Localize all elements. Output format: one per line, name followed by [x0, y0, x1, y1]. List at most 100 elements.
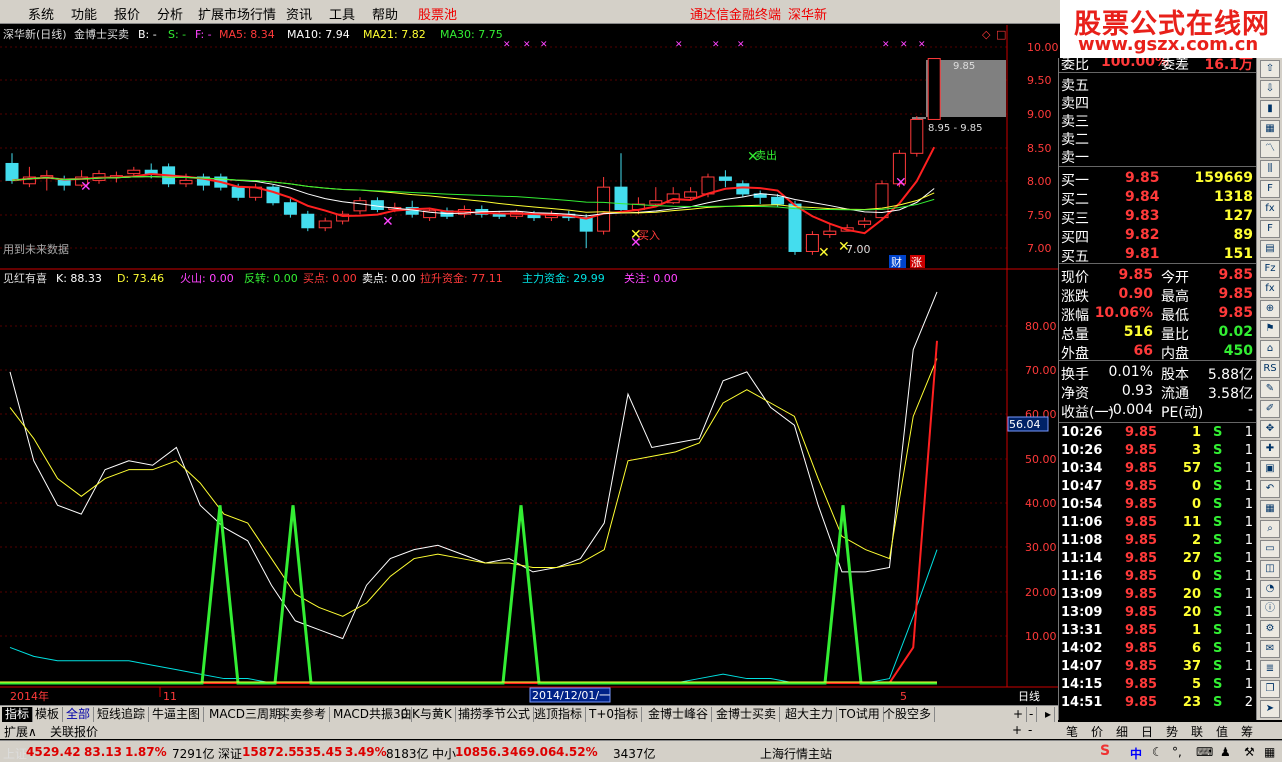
quote-tab[interactable]: 筹: [1241, 723, 1253, 740]
move-icon[interactable]: ✥: [1260, 420, 1280, 438]
sz-index-change: 535.45: [296, 745, 343, 759]
indicator-tab[interactable]: 牛逼主图: [149, 707, 205, 722]
menu-tools[interactable]: 工具: [329, 4, 355, 23]
indicator-tab[interactable]: 逃顶指标: [531, 707, 587, 722]
add-tab-button[interactable]: +: [1010, 707, 1028, 722]
fx-icon[interactable]: fx: [1260, 280, 1280, 298]
main-legend-f: F: -: [195, 28, 212, 41]
f10-icon[interactable]: F: [1260, 180, 1280, 198]
candle-icon[interactable]: ⫼: [1260, 160, 1280, 178]
price-tick: 10.00: [1027, 41, 1058, 54]
up-arrow-icon[interactable]: ⇧: [1260, 60, 1280, 78]
limit-up-badge[interactable]: 涨: [911, 256, 922, 269]
chart-icon[interactable]: ▮: [1260, 100, 1280, 118]
kline-chart[interactable]: 深华新(日线) 金博士买卖 B: - S: - F: - MA5: 8.34 M…: [0, 25, 1058, 705]
sh-index-value: 4529.42: [26, 745, 81, 759]
user-icon[interactable]: ♟: [1220, 745, 1231, 759]
sub-tick: 80.00: [1025, 320, 1057, 333]
ime-s-icon[interactable]: S: [1100, 743, 1110, 759]
close-icon[interactable]: □: [996, 28, 1006, 41]
menu-news[interactable]: 资讯: [286, 4, 312, 23]
grid-icon[interactable]: ▦: [1260, 500, 1280, 518]
candle[interactable]: [266, 185, 280, 206]
ime-chinese[interactable]: 中: [1130, 745, 1142, 762]
fx-icon[interactable]: fx: [1260, 200, 1280, 218]
zoom-in-button[interactable]: +: [1012, 723, 1022, 737]
window-icon[interactable]: ▭: [1260, 540, 1280, 558]
quote-tab[interactable]: 值: [1216, 723, 1228, 740]
copy-icon[interactable]: ❐: [1260, 680, 1280, 698]
f-icon[interactable]: F: [1260, 220, 1280, 238]
quote-tab[interactable]: 笔: [1066, 723, 1078, 740]
tab-expand[interactable]: 扩展∧: [4, 723, 37, 740]
menu-analysis[interactable]: 分析: [157, 4, 183, 23]
keyboard-icon[interactable]: ⌨: [1196, 745, 1213, 759]
flag-icon[interactable]: ⚑: [1260, 320, 1280, 338]
scroll-right-icon[interactable]: ▸: [1042, 707, 1056, 722]
menu-system[interactable]: 系统: [28, 4, 54, 23]
bell-icon[interactable]: ◔: [1260, 580, 1280, 598]
chart-icon[interactable]: ▦: [1260, 120, 1280, 138]
line-chart-icon[interactable]: 〽: [1260, 140, 1280, 158]
indicator-tab[interactable]: 金博士买卖: [713, 707, 781, 722]
indicator-tab[interactable]: 白K与黄K: [397, 707, 456, 722]
menu-help[interactable]: 帮助: [372, 4, 398, 23]
quote-tab[interactable]: 细: [1116, 723, 1128, 740]
indicator-tab[interactable]: 买卖参考: [275, 707, 331, 722]
list-icon[interactable]: ≣: [1260, 660, 1280, 678]
indicator-tab[interactable]: 捕捞季节公式: [455, 707, 535, 722]
grid-icon[interactable]: ▦: [1264, 745, 1275, 759]
candle[interactable]: [805, 231, 819, 255]
finance-badge[interactable]: 财: [891, 255, 902, 269]
indicator-tab[interactable]: 个股空多: [880, 707, 936, 722]
quote-tab[interactable]: 价: [1091, 723, 1103, 740]
settings-icon[interactable]: ⚙: [1260, 620, 1280, 638]
indicator-tab[interactable]: 模板: [32, 707, 64, 722]
quote-tab[interactable]: 联: [1191, 723, 1203, 740]
indicator-tab[interactable]: TO试用: [836, 707, 884, 722]
zoom-icon[interactable]: ⊕: [1260, 300, 1280, 318]
sh-index-amount: 7291亿: [172, 747, 215, 761]
undo-icon[interactable]: ↶: [1260, 480, 1280, 498]
indicator-tab[interactable]: 指标: [2, 707, 34, 722]
stats-icon[interactable]: ▤: [1260, 240, 1280, 258]
note-icon[interactable]: ✉: [1260, 640, 1280, 658]
indicator-tab[interactable]: 全部: [63, 707, 95, 722]
diamond-icon[interactable]: ◇: [982, 28, 991, 41]
search-icon[interactable]: ⌕: [1260, 520, 1280, 538]
indicator-tab[interactable]: 超大主力: [782, 707, 838, 722]
arrow-icon[interactable]: ➤: [1260, 700, 1280, 718]
tick-side: S: [1213, 443, 1223, 458]
indicator-tab[interactable]: 短线追踪: [94, 707, 150, 722]
candle[interactable]: [927, 58, 941, 120]
tab-related-quotes[interactable]: 关联报价: [50, 723, 98, 740]
home-icon[interactable]: ⌂: [1260, 340, 1280, 358]
zoom-out-button[interactable]: -: [1028, 723, 1032, 737]
punct-icon[interactable]: °,: [1172, 745, 1182, 759]
candle[interactable]: [910, 116, 924, 157]
finance-row: 收益(一) -0.004 PE(动) -: [1059, 402, 1257, 421]
menu-quote[interactable]: 报价: [114, 4, 140, 23]
rsi-icon[interactable]: RS: [1260, 360, 1280, 378]
period-label[interactable]: 日线: [1018, 689, 1040, 703]
lock-icon[interactable]: ▣: [1260, 460, 1280, 478]
candle[interactable]: [301, 210, 315, 232]
down-arrow-icon[interactable]: ⇩: [1260, 80, 1280, 98]
moon-icon[interactable]: ☾: [1152, 745, 1163, 759]
layout-icon[interactable]: ◫: [1260, 560, 1280, 578]
settings-icon[interactable]: ⚒: [1244, 745, 1255, 759]
pen-icon[interactable]: ✎: [1260, 380, 1280, 398]
fiz-icon[interactable]: Fz: [1260, 260, 1280, 278]
menu-function[interactable]: 功能: [71, 4, 97, 23]
indicator-tab[interactable]: T+0指标: [586, 707, 643, 722]
menu-extended-market[interactable]: 扩展市场行情: [198, 4, 276, 23]
quote-tab[interactable]: 日: [1141, 723, 1153, 740]
quote-tab[interactable]: 势: [1166, 723, 1178, 740]
info-icon[interactable]: ⓘ: [1260, 600, 1280, 618]
remove-tab-button[interactable]: -: [1026, 707, 1038, 722]
indicator-tab[interactable]: MACD三周期: [206, 707, 285, 722]
indicator-tab[interactable]: 金博士峰谷: [645, 707, 713, 722]
menu-stock-pool[interactable]: 股票池: [418, 4, 457, 23]
edit-icon[interactable]: ✐: [1260, 400, 1280, 418]
plus-icon[interactable]: ✚: [1260, 440, 1280, 458]
